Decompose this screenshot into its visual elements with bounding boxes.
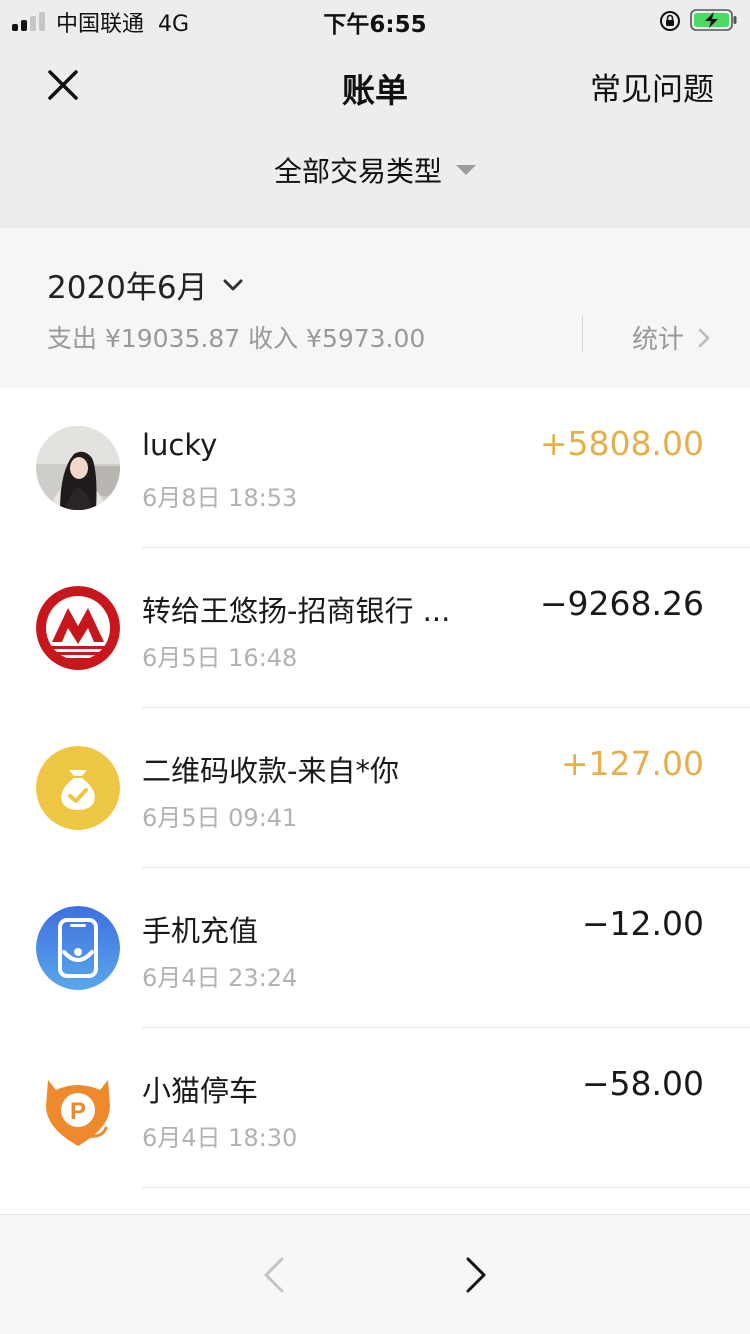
user-photo-avatar [36,426,120,510]
transaction-title: lucky [142,428,218,462]
faq-link[interactable]: 常见问题 [590,64,714,109]
nav-bar: 账单 常见问题 [0,40,750,130]
transaction-title: 二维码收款-来自*你 [142,754,399,788]
svg-text:P: P [70,1098,86,1125]
transaction-row[interactable]: 转给王悠扬-招商银行 ... 6月5日 16:48 −9268.26 [0,548,750,708]
transaction-row[interactable]: 手机充值 6月4日 23:24 −12.00 [0,868,750,1028]
parking-icon: P [36,1066,120,1150]
transaction-amount: −58.00 [581,1064,704,1103]
month-label: 2020年6月 [47,270,208,306]
transaction-time: 6月5日 09:41 [142,804,298,832]
transaction-row[interactable]: 二维码收款-来自*你 6月5日 09:41 +127.00 [0,708,750,868]
transaction-title: 小猫停车 [142,1074,259,1108]
transaction-type-filter[interactable]: 全部交易类型 [0,150,750,206]
stats-link[interactable]: 统计 [632,319,712,356]
month-summary: 2020年6月 支出 ¥19035.87 收入 ¥5973.00 统计 [0,228,750,388]
cmb-bank-icon [36,586,120,670]
battery-icon [690,9,737,31]
transaction-row[interactable]: P 小猫停车 6月4日 18:30 −58.00 [0,1028,750,1188]
forward-arrow-button[interactable] [456,1253,496,1297]
transaction-time: 6月4日 18:30 [142,1124,298,1152]
status-bar: 中国联通 4G 下午6:55 [0,0,750,40]
chevron-down-icon [223,279,243,290]
filter-label: 全部交易类型 [273,155,442,188]
transaction-time: 6月8日 18:53 [142,484,298,512]
row-divider [142,1187,750,1188]
transaction-title: 转给王悠扬-招商银行 ... [142,594,451,628]
transaction-amount: −9268.26 [539,584,704,623]
transaction-amount: +5808.00 [539,424,704,463]
transaction-row[interactable]: lucky 6月8日 18:53 +5808.00 [0,388,750,548]
divider [582,316,583,352]
back-arrow-button[interactable] [254,1253,294,1297]
transaction-amount: +127.00 [560,744,704,783]
transaction-list: lucky 6月8日 18:53 +5808.00 转给王悠扬-招商银行 ...… [0,388,750,1214]
caret-down-icon [456,165,476,175]
transaction-time: 6月4日 23:24 [142,964,298,992]
phone-recharge-icon [36,906,120,990]
transaction-amount: −12.00 [581,904,704,943]
close-button[interactable] [40,62,86,108]
orientation-lock-icon [660,11,680,31]
money-bag-icon [36,746,120,830]
bottom-toolbar [0,1214,750,1334]
status-time: 下午6:55 [323,12,427,38]
transaction-title: 手机充值 [142,914,259,948]
chevron-right-icon [698,328,710,347]
month-totals: 支出 ¥19035.87 收入 ¥5973.00 [47,324,426,353]
month-selector[interactable]: 2020年6月 [47,262,246,307]
transaction-time: 6月5日 16:48 [142,644,298,672]
stats-label: 统计 [632,325,685,355]
